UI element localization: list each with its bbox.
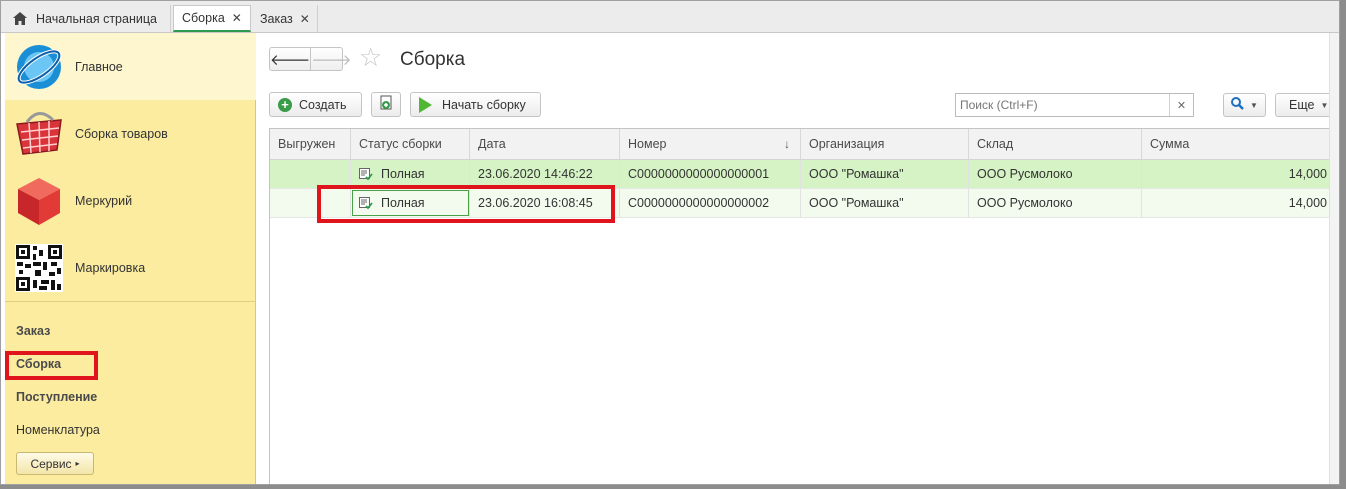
sidebar-section-marking[interactable]: Маркировка: [5, 234, 256, 301]
main-content: 🡐 🡒 ☆ Сборка + Создать Начать сборку ✕ ▼: [257, 33, 1333, 484]
sidebar-section-mercury[interactable]: Меркурий: [5, 167, 256, 234]
sidebar-section-assembly-goods[interactable]: Сборка товаров: [5, 100, 256, 167]
plus-icon: +: [278, 97, 292, 112]
sort-down-icon: ↓: [784, 137, 790, 151]
start-assembly-button[interactable]: Начать сборку: [410, 92, 541, 117]
favorite-star-icon[interactable]: ☆: [359, 44, 382, 70]
status-text: Полная: [381, 167, 425, 181]
history-nav: 🡐 🡒: [269, 47, 351, 71]
service-button-label: Сервис: [30, 456, 72, 471]
document-copy-icon: [379, 95, 393, 114]
tab-home[interactable]: Начальная страница: [5, 5, 171, 32]
documents-table: Выгружен Статус сборки Дата Номер ↓ Орга…: [269, 128, 1329, 484]
main-logo-icon: [13, 41, 65, 93]
basket-icon: [13, 108, 65, 160]
cell-status: Полная: [351, 160, 470, 188]
sidebar-section-label: Сборка товаров: [75, 126, 168, 141]
start-assembly-label: Начать сборку: [442, 97, 526, 112]
sidebar-section-label: Меркурий: [75, 193, 133, 208]
cell-organization: ООО "Ромашка": [801, 160, 969, 188]
create-button-label: Создать: [299, 97, 347, 112]
cell-date: 23.06.2020 14:46:22: [470, 160, 620, 188]
sidebar: Главное Сборка товаров Меркурий Маркиров…: [5, 33, 256, 484]
cell-sum: 14,000: [1142, 189, 1329, 217]
document-check-icon: [359, 167, 373, 181]
more-button[interactable]: Еще ▼: [1275, 93, 1333, 117]
highlight-box-sidebar-assembly: [5, 351, 98, 380]
sidebar-section-label: Главное: [75, 59, 123, 74]
clear-search-icon[interactable]: ✕: [1169, 94, 1193, 116]
cell-warehouse: ООО Русмолоко: [969, 189, 1142, 217]
close-icon[interactable]: ✕: [232, 11, 242, 25]
cell-sum: 14,000: [1142, 160, 1329, 188]
magnifier-icon: [1231, 97, 1244, 113]
column-header-organization[interactable]: Организация: [801, 129, 969, 159]
more-button-label: Еще: [1289, 98, 1315, 112]
close-icon[interactable]: ✕: [300, 12, 310, 26]
cell-number: С0000000000000000002: [620, 189, 801, 217]
tab-home-label: Начальная страница: [36, 11, 157, 26]
service-button[interactable]: Сервис ▸: [16, 452, 94, 475]
column-header-date[interactable]: Дата: [470, 129, 620, 159]
column-header-number[interactable]: Номер ↓: [620, 129, 801, 159]
tab-assembly-label: Сборка: [182, 11, 225, 25]
create-button[interactable]: + Создать: [269, 92, 362, 117]
forward-arrow-icon[interactable]: 🡒: [310, 48, 351, 70]
column-header-status[interactable]: Статус сборки: [351, 129, 470, 159]
sidebar-section-main[interactable]: Главное: [5, 33, 256, 100]
tab-order-label: Заказ: [260, 11, 293, 26]
page-title: Сборка: [400, 49, 466, 70]
highlight-box-status-date: [317, 185, 615, 223]
sidebar-item-receipt[interactable]: Поступление: [16, 390, 97, 404]
back-arrow-icon[interactable]: 🡐: [270, 48, 310, 70]
search-button[interactable]: ▼: [1223, 93, 1266, 117]
cell-uploaded: [270, 160, 351, 188]
copy-document-button[interactable]: [371, 92, 401, 117]
vertical-scrollbar[interactable]: [1329, 33, 1339, 484]
column-header-uploaded[interactable]: Выгружен: [270, 129, 351, 159]
column-header-number-label: Номер: [628, 137, 667, 151]
chevron-right-icon: ▸: [75, 459, 80, 468]
home-icon: [13, 12, 27, 25]
tab-order[interactable]: Заказ ✕: [252, 5, 318, 32]
red-cube-icon: [13, 175, 65, 227]
caret-down-icon: ▼: [1250, 100, 1258, 110]
table-header: Выгружен Статус сборки Дата Номер ↓ Орга…: [270, 129, 1329, 160]
sidebar-item-nomenclature[interactable]: Номенклатура: [16, 423, 100, 437]
tab-bar: Начальная страница Сборка ✕ Заказ ✕: [1, 1, 1339, 33]
caret-down-icon: ▼: [1320, 100, 1329, 110]
cell-number: С0000000000000000001: [620, 160, 801, 188]
tab-assembly[interactable]: Сборка ✕: [173, 5, 251, 32]
sidebar-item-order[interactable]: Заказ: [16, 324, 50, 338]
sidebar-divider: [5, 301, 256, 302]
play-icon: [419, 96, 432, 113]
search-box: ✕: [955, 93, 1194, 117]
sidebar-section-label: Маркировка: [75, 260, 146, 275]
column-header-sum[interactable]: Сумма: [1142, 129, 1329, 159]
cell-warehouse: ООО Русмолоко: [969, 160, 1142, 188]
column-header-warehouse[interactable]: Склад: [969, 129, 1142, 159]
search-input[interactable]: [956, 94, 1156, 116]
cell-organization: ООО "Ромашка": [801, 189, 969, 217]
qr-code-icon: [13, 242, 65, 294]
app-window: Начальная страница Сборка ✕ Заказ ✕ Глав…: [0, 0, 1340, 485]
